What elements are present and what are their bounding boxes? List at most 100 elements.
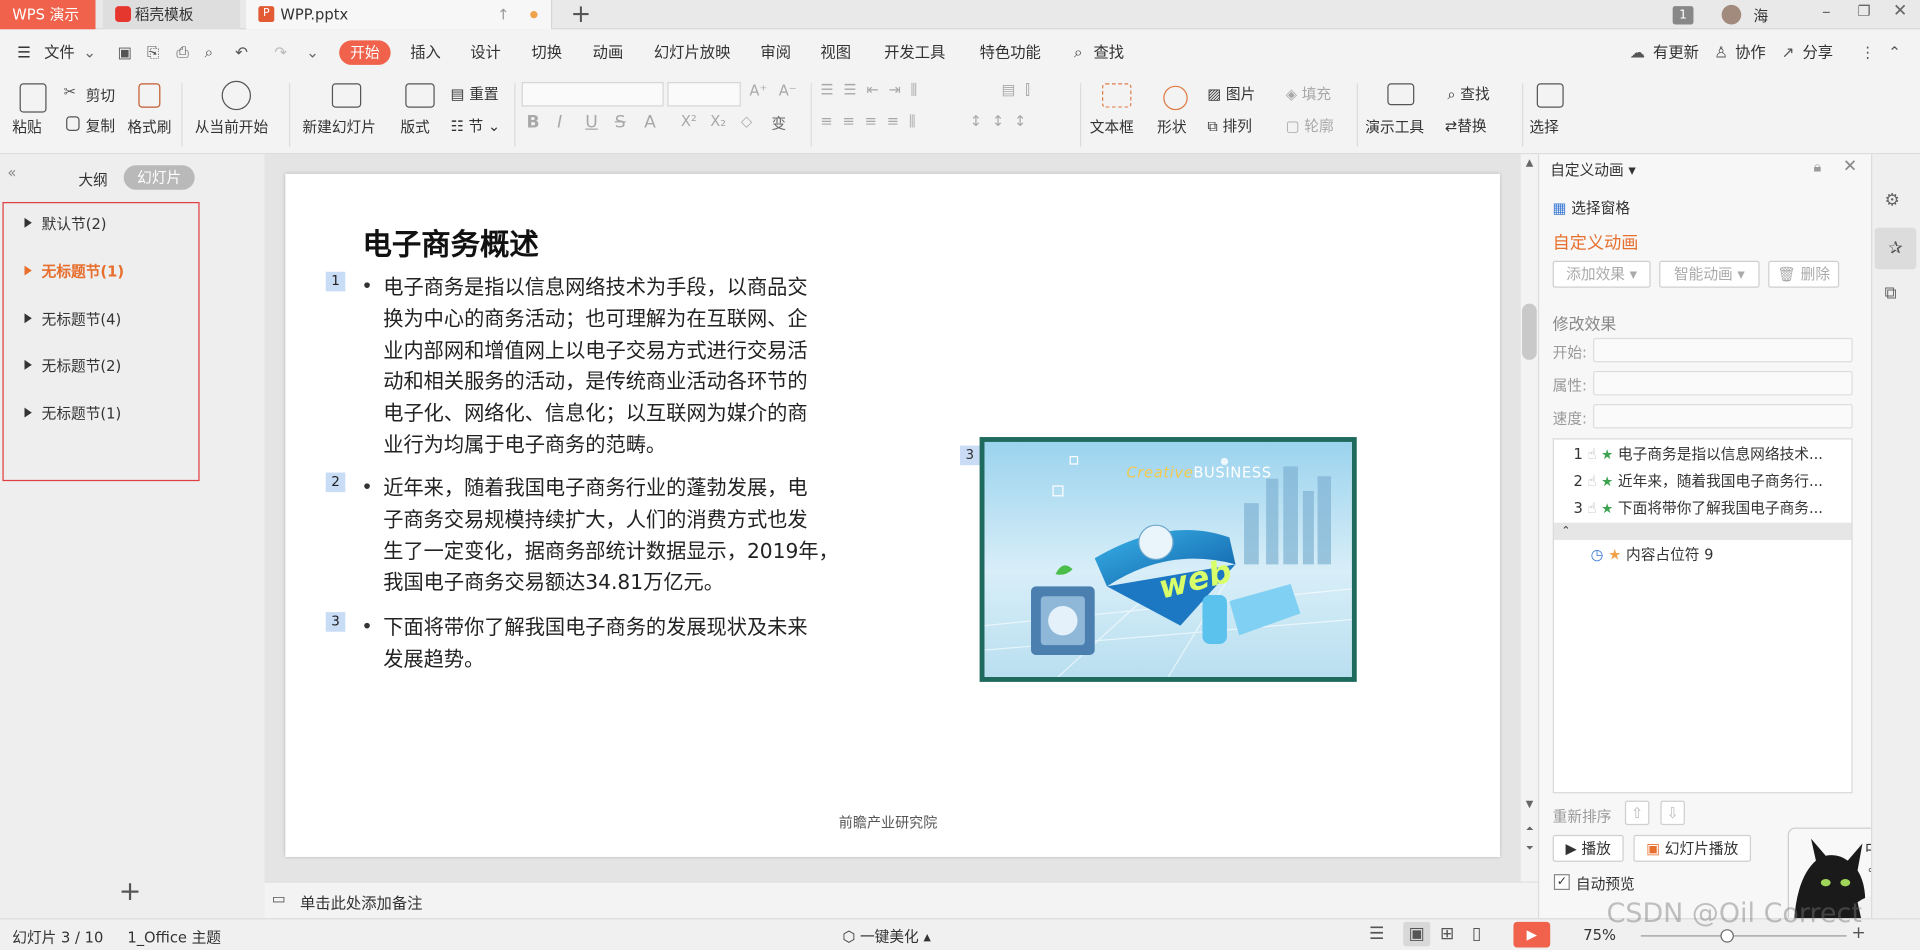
- paragraph-1[interactable]: 电子商务是指以信息网络技术为手段，以商品交 换为中心的商务活动；也可理解为在互联…: [383, 272, 873, 461]
- font-size-select[interactable]: [667, 82, 741, 107]
- tab-view[interactable]: 视图: [820, 29, 851, 76]
- speed-select[interactable]: [1593, 403, 1853, 429]
- format-painter-button[interactable]: 格式刷: [127, 116, 171, 137]
- section-item[interactable]: 无标题节(4): [24, 309, 121, 330]
- slideshow-button[interactable]: ▣ 幻灯片播放: [1633, 834, 1752, 862]
- animation-item[interactable]: 3 ☝︎ ★ 下面将带你了解我国电子商务...: [1554, 496, 1852, 520]
- bold-icon[interactable]: B: [527, 113, 540, 133]
- tab-special-features[interactable]: 特色功能: [980, 29, 1041, 76]
- notes-toggle-icon[interactable]: ☰: [1369, 924, 1384, 944]
- new-tab-button[interactable]: +: [571, 0, 592, 28]
- text-effects-icon[interactable]: 变: [771, 113, 786, 134]
- move-up-icon[interactable]: ⇧: [1624, 800, 1650, 826]
- section-item[interactable]: 默认节(2): [24, 213, 107, 234]
- property-select[interactable]: [1593, 370, 1853, 396]
- zoom-slider-thumb[interactable]: [1720, 929, 1734, 943]
- section-button[interactable]: ☷ 节 ⌄: [451, 115, 501, 136]
- font-color-icon[interactable]: A: [644, 113, 656, 133]
- paragraph-list-icons[interactable]: ☰☰⇤⇥⫼: [820, 81, 927, 99]
- play-slideshow-button[interactable]: ▶: [1513, 921, 1551, 948]
- shrink-font-icon[interactable]: A⁻: [779, 82, 797, 99]
- cut-button[interactable]: 剪切: [86, 84, 115, 105]
- tab-start[interactable]: 开始: [339, 40, 391, 65]
- share-button[interactable]: 分享: [1802, 29, 1833, 76]
- save-icon[interactable]: ▣: [118, 29, 132, 76]
- chevron-down-icon[interactable]: ⌄: [83, 29, 96, 76]
- tab-transition[interactable]: 切换: [531, 29, 562, 76]
- arrange-button[interactable]: ⧉ 排列: [1207, 115, 1252, 136]
- text-box-button[interactable]: 文本框: [1090, 116, 1134, 137]
- select-button[interactable]: 选择: [1529, 116, 1558, 137]
- beautify-button[interactable]: ⬡ 一键美化 ▴: [842, 926, 930, 947]
- move-down-icon[interactable]: ⇩: [1660, 800, 1685, 826]
- properties-icon[interactable]: ⚙: [1884, 191, 1899, 211]
- new-slide-button[interactable]: 新建幻灯片: [302, 116, 375, 137]
- text-direction-icons[interactable]: ▤⫿: [1002, 81, 1040, 99]
- slide-image[interactable]: CreativeBUSINESS web: [979, 437, 1357, 682]
- close-window-icon[interactable]: ✕: [1893, 1, 1907, 21]
- slide-sorter-icon[interactable]: ⊞: [1440, 924, 1454, 944]
- redo-icon[interactable]: ↷: [274, 29, 287, 76]
- prev-slide-icon[interactable]: ⏶: [1526, 823, 1534, 835]
- shape-button[interactable]: 形状: [1157, 116, 1186, 137]
- tab-insert[interactable]: 插入: [410, 29, 441, 76]
- scroll-down-icon[interactable]: ▼: [1526, 798, 1534, 809]
- collapse-ribbon-icon[interactable]: ⌃: [1888, 29, 1901, 76]
- delete-effect-button[interactable]: 🗑︎ 删除: [1768, 260, 1840, 288]
- tab-slideshow[interactable]: 幻灯片放映: [654, 29, 731, 76]
- grow-font-icon[interactable]: A⁺: [749, 82, 767, 99]
- file-menu[interactable]: 文件: [44, 29, 75, 76]
- undo-icon[interactable]: ↶: [235, 29, 248, 76]
- present-tools-button[interactable]: 演示工具: [1365, 116, 1424, 137]
- upload-icon[interactable]: ↑: [497, 0, 509, 29]
- selection-pane-link[interactable]: ▦ 选择窗格: [1553, 197, 1630, 218]
- avatar[interactable]: [1721, 4, 1742, 25]
- animation-item[interactable]: 1 ☝︎ ★ 电子商务是指以信息网络技术...: [1554, 442, 1852, 466]
- play-button[interactable]: ▶ 播放: [1552, 834, 1624, 862]
- collab-button[interactable]: 协作: [1735, 29, 1766, 76]
- add-slide-icon[interactable]: +: [119, 878, 142, 906]
- alignment-icons[interactable]: ≡≡≡≡⫼: [820, 113, 925, 131]
- daoke-template-tab[interactable]: 稻壳模板: [102, 0, 241, 30]
- font-family-select[interactable]: [521, 82, 664, 107]
- underline-icon[interactable]: U: [585, 113, 598, 133]
- section-item[interactable]: 无标题节(1): [24, 403, 121, 424]
- from-current-button[interactable]: 从当前开始: [195, 116, 268, 137]
- more-icon[interactable]: ⋮: [1860, 29, 1875, 76]
- picture-button[interactable]: ▨ 图片: [1207, 83, 1255, 104]
- collab-icon[interactable]: ♙: [1714, 29, 1728, 76]
- lock-icon[interactable]: 🔒︎: [1813, 158, 1821, 176]
- tab-outline[interactable]: 大纲: [78, 169, 107, 190]
- animation-pane-icon[interactable]: ✰: [1874, 227, 1917, 270]
- scroll-up-icon[interactable]: ▲: [1526, 157, 1534, 168]
- superscript-icon[interactable]: X²: [681, 113, 697, 130]
- fill-button[interactable]: ◈ 填充: [1286, 83, 1331, 104]
- paragraph-3[interactable]: 下面将带你了解我国电子商务的发展现状及未来 发展趋势。: [383, 612, 873, 675]
- hamburger-icon[interactable]: ☰: [17, 29, 31, 76]
- section-item[interactable]: 无标题节(1): [24, 261, 124, 282]
- page-badge[interactable]: 1: [1672, 6, 1694, 25]
- start-select[interactable]: [1593, 337, 1853, 363]
- section-item[interactable]: 无标题节(2): [24, 355, 121, 376]
- layout-button[interactable]: 版式: [400, 116, 429, 137]
- paste-button[interactable]: 粘贴: [12, 116, 41, 137]
- tab-review[interactable]: 审阅: [760, 29, 791, 76]
- share-icon[interactable]: ↗: [1782, 29, 1795, 76]
- tab-animation[interactable]: 动画: [593, 29, 624, 76]
- line-spacing-icons[interactable]: ↕↕↕: [970, 113, 1036, 130]
- update-button[interactable]: 有更新: [1653, 29, 1699, 76]
- scrollbar-thumb[interactable]: [1522, 303, 1537, 360]
- print-preview-icon[interactable]: ⌕: [204, 29, 213, 76]
- notes-bar[interactable]: ▭ 单击此处添加备注: [264, 881, 1538, 919]
- strikethrough-icon[interactable]: S: [615, 113, 626, 133]
- add-effect-button[interactable]: 添加效果 ▾: [1552, 260, 1651, 288]
- close-pane-icon[interactable]: ✕: [1843, 157, 1857, 177]
- slide-scrollbar[interactable]: ▲ ▼ ⏶ ⏷: [1520, 154, 1538, 882]
- zoom-slider[interactable]: [1640, 935, 1847, 937]
- transition-pane-icon[interactable]: ⧉: [1884, 284, 1896, 304]
- search-icon[interactable]: ⌕: [1074, 29, 1083, 76]
- paragraph-2[interactable]: 近年来，随着我国电子商务行业的蓬勃发展，电 子商务交易规模持续扩大，人们的消费方…: [383, 473, 885, 599]
- document-tab[interactable]: P WPP.pptx ↑: [246, 0, 553, 30]
- tab-developer[interactable]: 开发工具: [884, 29, 945, 76]
- quick-access-more-icon[interactable]: ⌄: [306, 29, 319, 76]
